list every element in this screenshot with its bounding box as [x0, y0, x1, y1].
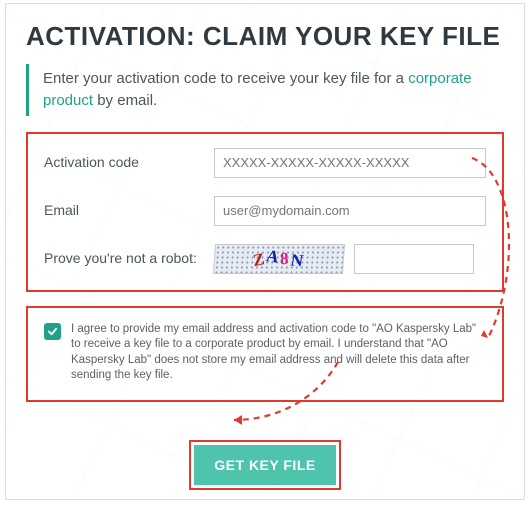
- activation-panel: ACTIVATION: CLAIM YOUR KEY FILE Enter yo…: [5, 3, 525, 500]
- activation-code-input[interactable]: [214, 148, 486, 178]
- captcha-image: ZA8N: [213, 244, 345, 274]
- agreement-section: I agree to provide my email address and …: [26, 306, 504, 402]
- page-title: ACTIVATION: CLAIM YOUR KEY FILE: [26, 21, 504, 52]
- agreement-text: I agree to provide my email address and …: [71, 322, 486, 384]
- intro-text: Enter your activation code to receive yo…: [26, 64, 504, 116]
- agree-checkbox[interactable]: [44, 323, 61, 340]
- get-key-file-button[interactable]: GET KEY FILE: [194, 445, 335, 485]
- intro-before: Enter your activation code to receive yo…: [43, 70, 408, 87]
- form-section: Activation code Email Prove you're not a…: [26, 132, 504, 292]
- email-row: Email: [44, 196, 486, 226]
- captcha-label: Prove you're not a robot:: [44, 250, 214, 268]
- captcha-row: Prove you're not a robot: ZA8N: [44, 244, 486, 274]
- button-row: GET KEY FILE: [26, 440, 504, 490]
- activation-row: Activation code: [44, 148, 486, 178]
- intro-after: by email.: [93, 92, 157, 109]
- email-input[interactable]: [214, 196, 486, 226]
- activation-label: Activation code: [44, 154, 214, 172]
- button-highlight: GET KEY FILE: [189, 440, 340, 490]
- captcha-input[interactable]: [354, 244, 474, 274]
- check-icon: [47, 326, 58, 337]
- email-label: Email: [44, 202, 214, 220]
